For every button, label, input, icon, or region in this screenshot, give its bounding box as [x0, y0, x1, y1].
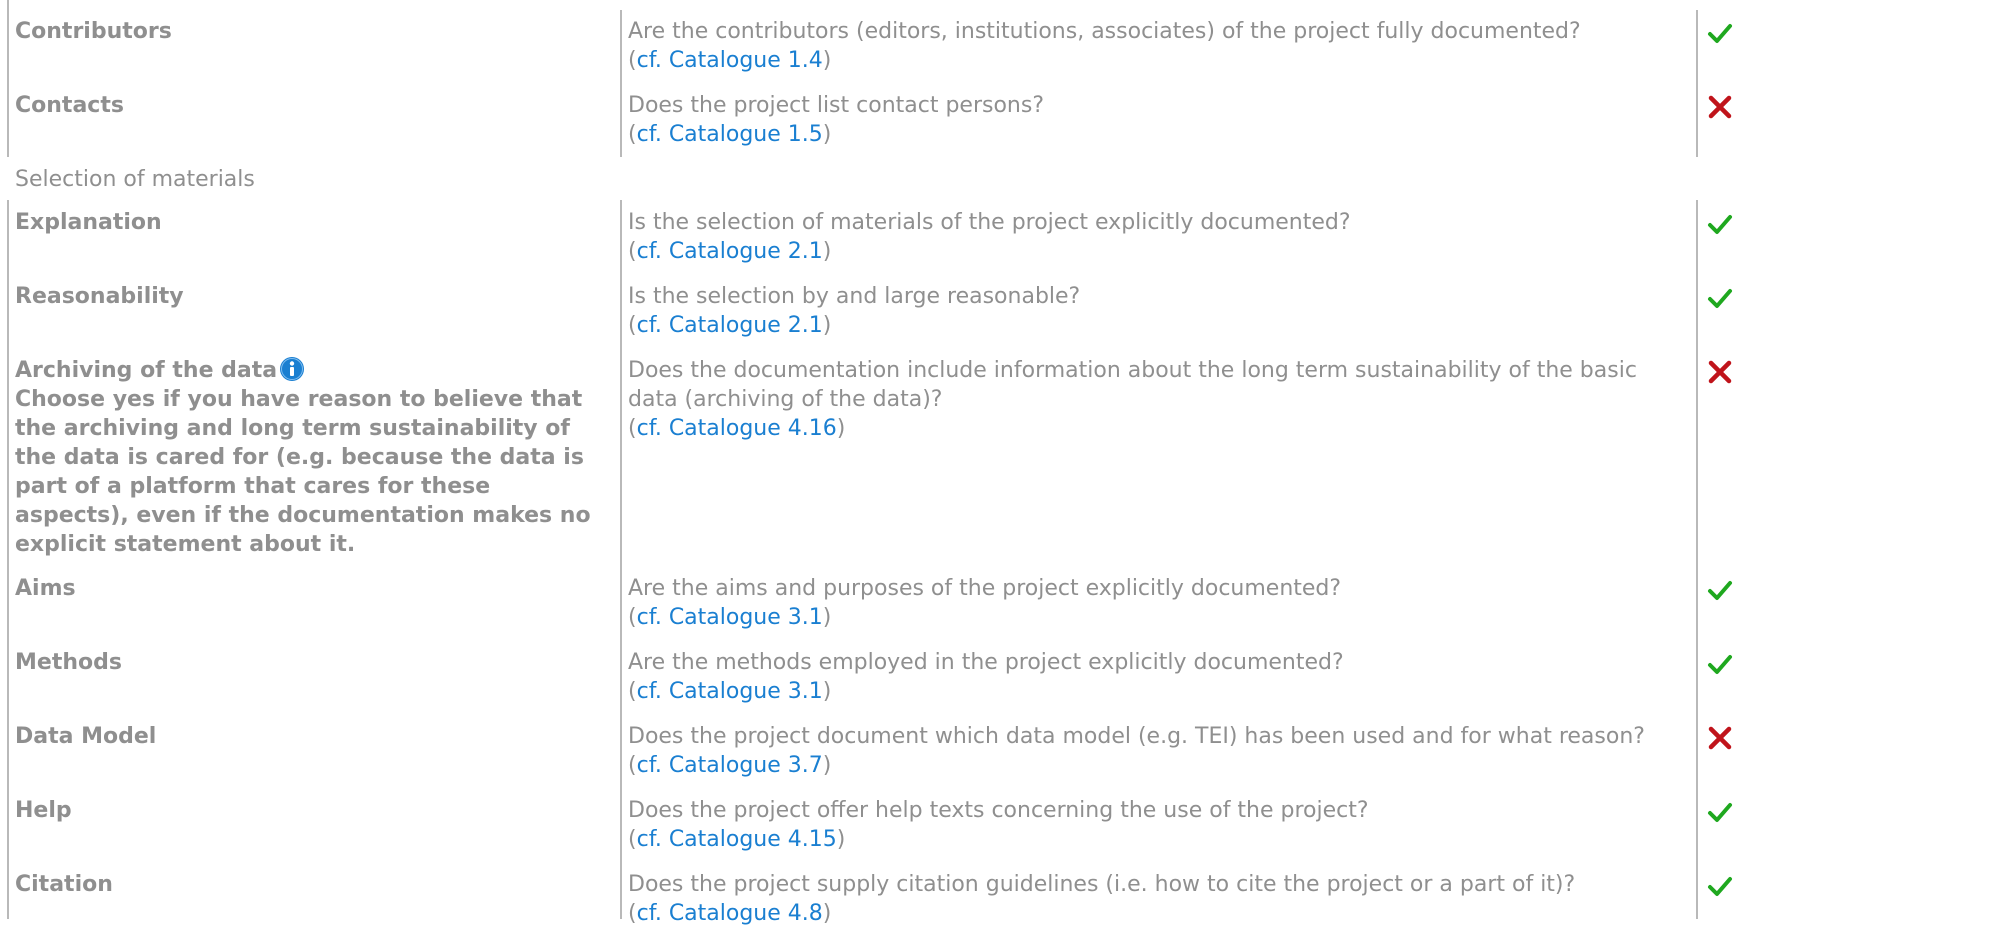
catalogue-link[interactable]: cf. Catalogue 3.1: [637, 605, 823, 630]
check-icon: [1708, 215, 1732, 234]
link-paren-close: ): [822, 901, 832, 926]
check-icon: [1708, 803, 1732, 822]
check-icon: [1708, 877, 1732, 896]
criteria-question: Does the documentation include informati…: [628, 356, 1678, 443]
link-paren-close: ): [822, 313, 832, 338]
criteria-question: Are the methods employed in the project …: [628, 648, 1678, 706]
catalogue-link[interactable]: cf. Catalogue 4.15: [637, 827, 837, 852]
question-text: Are the contributors (editors, instituti…: [628, 19, 1581, 44]
catalogue-link[interactable]: cf. Catalogue 4.8: [637, 901, 823, 926]
divider-left-bottom: [7, 200, 9, 919]
criteria-label: Explanation: [15, 210, 162, 235]
catalogue-link[interactable]: cf. Catalogue 3.7: [637, 753, 823, 778]
link-paren-open: (: [628, 122, 637, 147]
cross-icon: [1708, 360, 1732, 384]
criteria-label: Data Model: [15, 724, 157, 749]
link-paren-open: (: [628, 827, 637, 852]
link-paren-open: (: [628, 901, 637, 926]
question-text: Is the selection by and large reasonable…: [628, 284, 1081, 309]
criteria-question: Does the project supply citation guideli…: [628, 870, 1678, 928]
criteria-question: Are the contributors (editors, instituti…: [628, 17, 1678, 75]
question-text: Does the project list contact persons?: [628, 93, 1045, 118]
evaluation-sheet: Contributors Are the contributors (edito…: [0, 0, 2009, 926]
catalogue-link[interactable]: cf. Catalogue 3.1: [637, 679, 823, 704]
catalogue-link[interactable]: cf. Catalogue 1.5: [637, 122, 823, 147]
cross-icon: [1708, 95, 1732, 119]
info-icon[interactable]: [279, 356, 305, 382]
question-text: Does the project document which data mod…: [628, 724, 1645, 749]
criteria-question: Is the selection of materials of the pro…: [628, 208, 1678, 266]
question-text: Does the project supply citation guideli…: [628, 872, 1576, 897]
link-paren-close: ): [836, 416, 846, 441]
link-paren-close: ): [822, 239, 832, 264]
link-paren-open: (: [628, 239, 637, 264]
check-icon: [1708, 655, 1732, 674]
link-paren-open: (: [628, 416, 637, 441]
question-text: Does the documentation include informati…: [628, 358, 1637, 412]
catalogue-link[interactable]: cf. Catalogue 2.1: [637, 313, 823, 338]
criteria-label: Archiving of the data Choose yes if you …: [15, 356, 605, 559]
criteria-question: Does the project document which data mod…: [628, 722, 1678, 780]
criteria-label: Methods: [15, 650, 122, 675]
link-paren-open: (: [628, 605, 637, 630]
catalogue-link[interactable]: cf. Catalogue 4.16: [637, 416, 837, 441]
divider-right-top: [1696, 10, 1698, 157]
divider-right-bottom: [1696, 200, 1698, 919]
link-paren-close: ): [822, 122, 832, 147]
link-paren-close: ): [822, 753, 832, 778]
divider-left-top: [7, 0, 9, 157]
criteria-label: Contacts: [15, 93, 124, 118]
link-paren-close: ): [822, 605, 832, 630]
link-paren-open: (: [628, 313, 637, 338]
catalogue-link[interactable]: cf. Catalogue 1.4: [637, 48, 823, 73]
criteria-note: Choose yes if you have reason to believe…: [15, 387, 591, 557]
link-paren-open: (: [628, 753, 637, 778]
link-paren-close: ): [822, 48, 832, 73]
link-paren-close: ): [822, 679, 832, 704]
criteria-question: Is the selection by and large reasonable…: [628, 282, 1678, 340]
criteria-label: Help: [15, 798, 72, 823]
question-text: Does the project offer help texts concer…: [628, 798, 1369, 823]
link-paren-open: (: [628, 48, 637, 73]
criteria-label: Reasonability: [15, 284, 184, 309]
question-text: Are the aims and purposes of the project…: [628, 576, 1342, 601]
cross-icon: [1708, 726, 1732, 750]
check-icon: [1708, 581, 1732, 600]
criteria-question: Does the project offer help texts concer…: [628, 796, 1678, 854]
criteria-label-text: Archiving of the data: [15, 358, 278, 383]
criteria-question: Are the aims and purposes of the project…: [628, 574, 1678, 632]
catalogue-link[interactable]: cf. Catalogue 2.1: [637, 239, 823, 264]
question-text: Are the methods employed in the project …: [628, 650, 1344, 675]
question-text: Is the selection of materials of the pro…: [628, 210, 1351, 235]
criteria-label: Contributors: [15, 19, 172, 44]
check-icon: [1708, 24, 1732, 43]
link-paren-close: ): [836, 827, 846, 852]
check-icon: [1708, 289, 1732, 308]
section-title: Selection of materials: [15, 167, 255, 192]
divider-middle-bottom: [620, 200, 622, 919]
divider-middle-top: [620, 10, 622, 157]
criteria-question: Does the project list contact persons? (…: [628, 91, 1678, 149]
criteria-label: Citation: [15, 872, 113, 897]
criteria-label: Aims: [15, 576, 76, 601]
link-paren-open: (: [628, 679, 637, 704]
